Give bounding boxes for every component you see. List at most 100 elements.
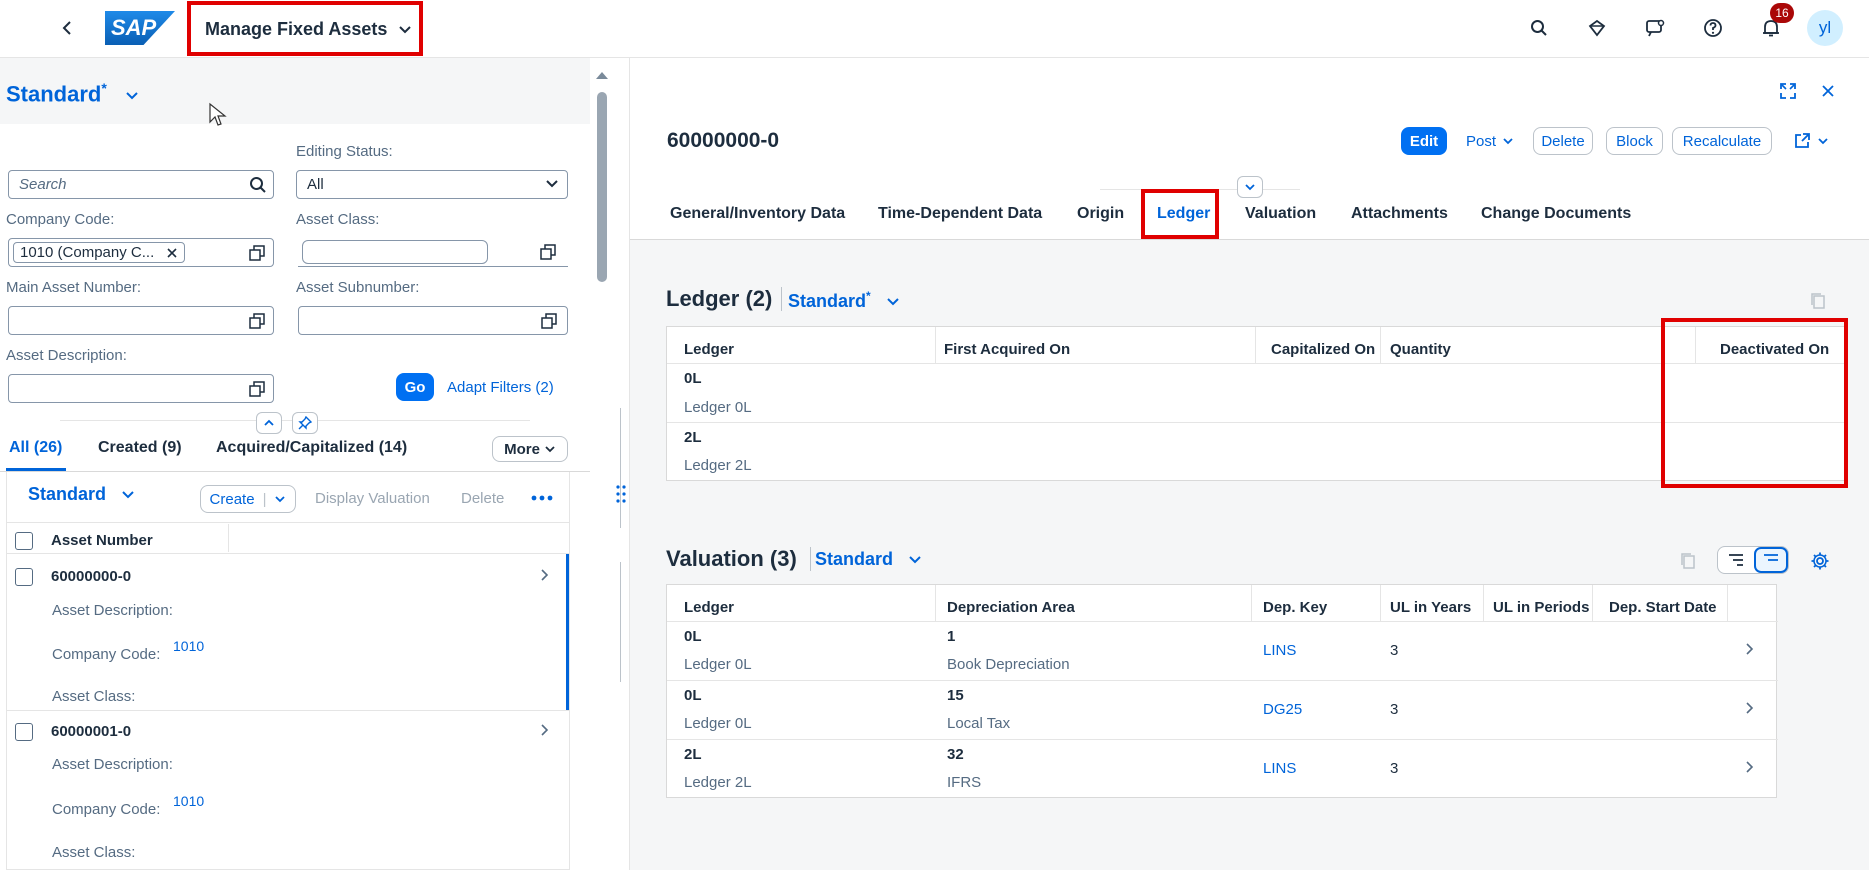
chevron-right-icon[interactable] (1745, 642, 1755, 656)
company-code-field[interactable]: 1010 (Company C... (8, 238, 274, 267)
chevron-down-icon (545, 179, 559, 189)
assist-icon[interactable] (1640, 13, 1670, 43)
dep-key-link[interactable]: LINS (1263, 760, 1296, 777)
chevron-right-icon[interactable] (540, 723, 550, 737)
filter-variant-selector[interactable]: Standard* (6, 80, 139, 107)
list-view-icon[interactable] (1754, 547, 1788, 573)
asset-subnumber-label: Asset Subnumber: (296, 279, 420, 296)
delete-button[interactable]: Delete (1533, 127, 1593, 155)
edit-button[interactable]: Edit (1401, 127, 1447, 155)
asset-description-field[interactable] (8, 374, 274, 403)
table-row[interactable]: 2L Ledger 2L 32 IFRS LINS 3 (667, 740, 1778, 798)
post-button[interactable]: Post (1460, 127, 1520, 155)
sap-logo: SAP (105, 11, 175, 45)
back-icon[interactable] (52, 13, 82, 43)
tab-acquired-capitalized[interactable]: Acquired/Capitalized (14) (216, 439, 407, 457)
ledger-section-title: Ledger (2) (666, 286, 773, 311)
table-row[interactable]: 60000000-0 Asset Description: Company Co… (6, 554, 570, 710)
highlight-deactivated-on-column (1661, 318, 1848, 488)
chevron-right-icon[interactable] (540, 568, 550, 582)
search-icon[interactable] (249, 176, 267, 194)
editing-status-label: Editing Status: (296, 143, 393, 160)
valuation-variant-selector[interactable]: Standard (815, 549, 922, 570)
value-help-icon[interactable] (249, 245, 265, 261)
object-page-panel: 60000000-0 Edit Post Delete Block Recalc… (630, 58, 1869, 870)
close-icon[interactable] (1821, 84, 1835, 98)
asset-number: 60000000-0 (51, 568, 132, 585)
tab-origin[interactable]: Origin (1077, 205, 1124, 223)
delete-button[interactable]: Delete (461, 490, 504, 507)
view-toggle[interactable] (1717, 546, 1789, 574)
overflow-icon[interactable] (531, 495, 553, 501)
chevron-right-icon[interactable] (1745, 701, 1755, 715)
chevron-right-icon[interactable] (1745, 760, 1755, 774)
table-variant-selector[interactable]: Standard (28, 484, 135, 505)
create-button[interactable]: Create | (200, 485, 296, 513)
dep-key-link[interactable]: LINS (1263, 642, 1296, 659)
column-ledger: Ledger (684, 341, 735, 358)
display-valuation-button[interactable]: Display Valuation (315, 490, 430, 507)
tab-valuation[interactable]: Valuation (1245, 205, 1316, 223)
hierarchy-view-icon[interactable] (1718, 547, 1754, 573)
tab-time-dependent-data[interactable]: Time-Dependent Data (878, 205, 1042, 223)
copy-icon[interactable] (1810, 292, 1826, 310)
adapt-filters-link[interactable]: Adapt Filters (2) (447, 379, 554, 396)
row-checkbox[interactable] (15, 568, 33, 586)
ledger-variant-selector[interactable]: Standard* (788, 289, 900, 312)
asset-class-field[interactable] (298, 238, 568, 267)
tab-created[interactable]: Created (9) (98, 439, 182, 457)
copy-icon[interactable] (1680, 552, 1696, 570)
chevron-down-icon (125, 91, 139, 101)
tab-general-inventory-data[interactable]: General/Inventory Data (670, 205, 845, 223)
select-all-checkbox[interactable] (15, 532, 33, 550)
main-asset-number-field[interactable] (8, 306, 274, 335)
row-checkbox[interactable] (15, 723, 33, 741)
column-first-acquired-on: First Acquired On (944, 341, 1071, 358)
share-button[interactable] (1788, 127, 1834, 155)
settings-icon[interactable] (1810, 551, 1830, 571)
asset-number: 60000001-0 (51, 723, 132, 740)
joule-diamond-icon[interactable] (1582, 13, 1612, 43)
column-asset-number: Asset Number (51, 532, 153, 549)
table-row[interactable]: 0L Ledger 0L 15 Local Tax DG25 3 (667, 681, 1778, 739)
row-selected-indicator (566, 554, 569, 710)
go-button[interactable]: Go (396, 373, 434, 401)
value-help-icon[interactable] (249, 381, 265, 397)
search-input[interactable]: Search (8, 170, 274, 199)
column-splitter[interactable] (612, 58, 630, 870)
help-icon[interactable] (1698, 13, 1728, 43)
recalculate-button[interactable]: Recalculate (1672, 127, 1772, 155)
avatar[interactable]: yl (1807, 10, 1843, 46)
value-help-icon[interactable] (541, 313, 557, 329)
company-code-token[interactable]: 1010 (Company C... (13, 242, 186, 263)
column-dep-start-date: Dep. Start Date (1609, 599, 1717, 616)
more-tabs-button[interactable]: More (492, 436, 568, 462)
table-row[interactable]: 60000001-0 Asset Description: Company Co… (6, 711, 570, 870)
column-ul-in-periods: UL in Periods (1493, 599, 1590, 616)
company-code-link[interactable]: 1010 (173, 793, 204, 809)
close-icon[interactable] (166, 247, 178, 259)
expand-header-button[interactable] (1237, 176, 1263, 198)
value-help-icon[interactable] (249, 313, 265, 329)
variant-name: Standard (6, 81, 102, 107)
editing-status-select[interactable]: All (296, 170, 568, 199)
collapse-header-button[interactable] (256, 412, 282, 434)
tab-all[interactable]: All (26) (9, 439, 62, 457)
notification-badge: 16 (1770, 3, 1794, 23)
table-row[interactable]: 0L Ledger 0L 1 Book Depreciation LINS 3 (667, 622, 1778, 680)
value-help-icon[interactable] (540, 244, 556, 260)
asset-subnumber-field[interactable] (298, 306, 568, 335)
grip-icon[interactable] (616, 484, 626, 504)
pin-header-button[interactable] (292, 412, 318, 434)
search-icon[interactable] (1524, 13, 1554, 43)
dep-key-link[interactable]: DG25 (1263, 701, 1302, 718)
scrollbar-thumb[interactable] (597, 92, 607, 282)
mouse-cursor-icon (208, 102, 228, 128)
panel-scrollbar[interactable] (592, 58, 612, 870)
tab-attachments[interactable]: Attachments (1351, 205, 1448, 223)
fullscreen-icon[interactable] (1779, 82, 1797, 100)
main-asset-number-label: Main Asset Number: (6, 279, 142, 296)
block-button[interactable]: Block (1606, 127, 1663, 155)
company-code-link[interactable]: 1010 (173, 638, 204, 654)
tab-change-documents[interactable]: Change Documents (1481, 205, 1631, 223)
